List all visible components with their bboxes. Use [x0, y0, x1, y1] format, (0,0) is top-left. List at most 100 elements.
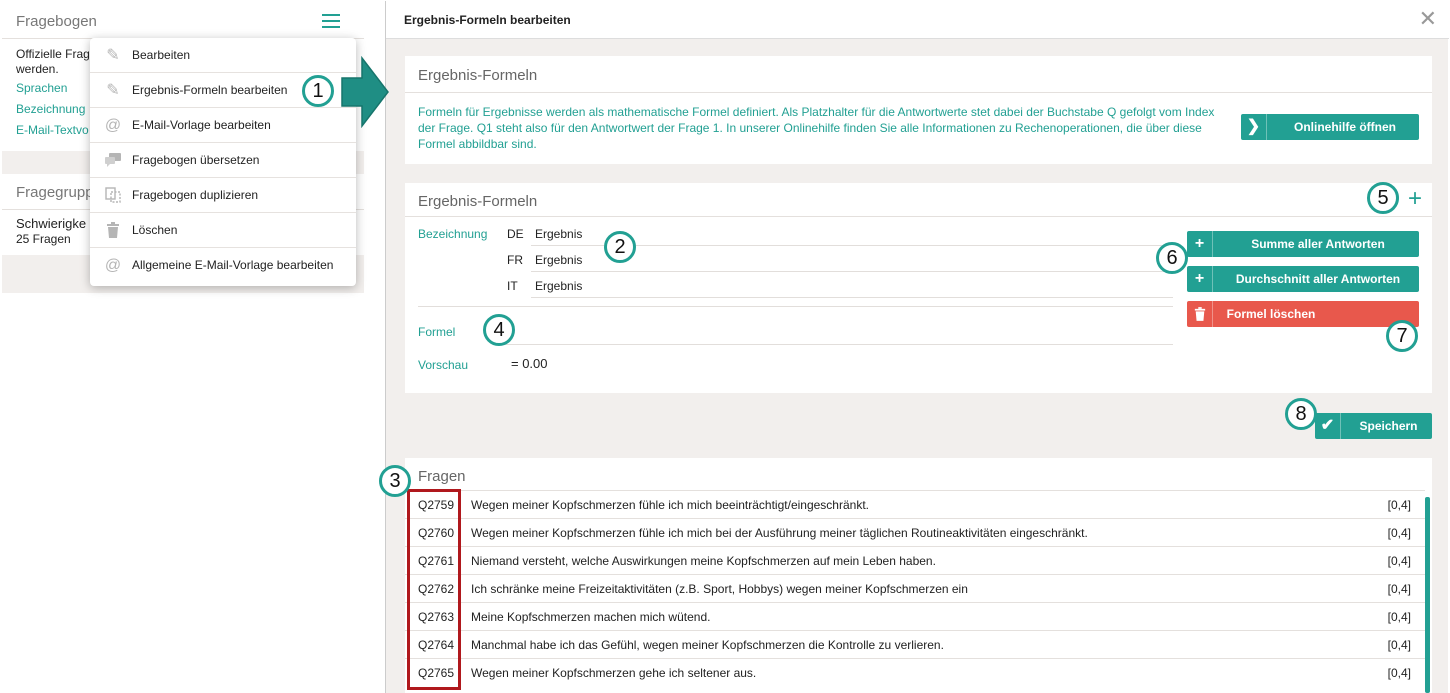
- menu-item-label: Ergebnis-Formeln bearbeiten: [132, 83, 288, 97]
- menu-item-edit-general-email-template[interactable]: @ Allgemeine E-Mail-Vorlage bearbeiten: [90, 248, 356, 283]
- designation-input-fr[interactable]: Ergebnis: [535, 253, 582, 267]
- trash-icon: [1187, 301, 1213, 327]
- button-label: Durchschnitt aller Antworten: [1235, 272, 1401, 286]
- question-range: [0,4]: [1387, 554, 1411, 568]
- question-group-count: 25 Fragen: [16, 232, 71, 246]
- lang-code-it: IT: [507, 279, 518, 293]
- speech-bubbles-icon: [104, 152, 122, 170]
- at-icon: @: [104, 257, 122, 274]
- menu-item-edit-email-template[interactable]: @ E-Mail-Vorlage bearbeiten: [90, 108, 356, 143]
- button-label: Summe aller Antworten: [1251, 237, 1385, 251]
- trash-icon: [104, 222, 122, 240]
- chevron-right-icon: ❯: [1241, 114, 1267, 140]
- button-label: Formel löschen: [1226, 307, 1316, 321]
- button-label: Onlinehilfe öffnen: [1294, 120, 1396, 134]
- info-panel-title: Ergebnis-Formeln: [418, 67, 538, 84]
- formula-label: Formel: [418, 325, 456, 339]
- menu-item-edit[interactable]: ✎ Bearbeiten: [90, 38, 356, 73]
- plus-icon: +: [1187, 231, 1213, 257]
- question-group-name[interactable]: Schwierigke: [16, 216, 86, 231]
- menu-item-delete[interactable]: Löschen: [90, 213, 356, 248]
- lang-code-fr: FR: [507, 253, 523, 267]
- input-underline: [505, 344, 1173, 345]
- callout-badge: 6: [1156, 242, 1188, 274]
- menu-item-label: Fragebogen übersetzen: [132, 153, 260, 167]
- questions-panel: Fragen Q2759 Wegen meiner Kopfschmerzen …: [405, 458, 1432, 693]
- preview-label: Vorschau: [418, 358, 469, 372]
- link-designation[interactable]: Bezeichnung: [16, 102, 85, 116]
- delete-formula-button[interactable]: Formel löschen: [1187, 301, 1419, 327]
- plus-icon: +: [1187, 266, 1213, 292]
- edit-result-formulas-dialog: Ergebnis-Formeln bearbeiten ✕ Ergebnis-F…: [385, 1, 1449, 693]
- question-range: [0,4]: [1387, 498, 1411, 512]
- save-button[interactable]: ✔ Speichern: [1315, 413, 1432, 439]
- designation-input-it[interactable]: Ergebnis: [535, 279, 582, 293]
- questions-scrollbar[interactable]: [1425, 497, 1430, 693]
- menu-item-label: Löschen: [132, 223, 178, 237]
- designation-input-de[interactable]: Ergebnis: [535, 227, 582, 241]
- question-text: Wegen meiner Kopfschmerzen fühle ich mic…: [471, 498, 869, 512]
- divider: [418, 306, 1173, 307]
- question-range: [0,4]: [1387, 582, 1411, 596]
- question-row[interactable]: Q2760 Wegen meiner Kopfschmerzen fühle i…: [405, 518, 1425, 546]
- average-all-answers-button[interactable]: + Durchschnitt aller Antworten: [1187, 266, 1419, 292]
- question-group-title: Fragegrupp: [16, 184, 94, 201]
- pencil-icon: ✎: [106, 82, 120, 99]
- info-panel: Ergebnis-Formeln Formeln für Ergebnisse …: [405, 56, 1432, 164]
- link-email-text[interactable]: E-Mail-Textvo: [16, 123, 89, 137]
- question-range: [0,4]: [1387, 610, 1411, 624]
- close-icon[interactable]: ✕: [1419, 7, 1437, 31]
- callout-badge: 4: [483, 314, 515, 346]
- question-row[interactable]: Q2763 Meine Kopfschmerzen machen mich wü…: [405, 602, 1425, 630]
- callout-badge: 2: [604, 231, 636, 263]
- divider: [405, 216, 1432, 217]
- input-underline: [531, 297, 1173, 298]
- question-text: Wegen meiner Kopfschmerzen gehe ich selt…: [471, 666, 757, 680]
- question-range: [0,4]: [1387, 526, 1411, 540]
- question-text: Niemand versteht, welche Auswirkungen me…: [471, 554, 936, 568]
- hamburger-menu-icon[interactable]: [322, 14, 340, 28]
- question-text: Ich schränke meine Freizeitaktivitäten (…: [471, 582, 968, 596]
- question-text: Manchmal habe ich das Gefühl, wegen mein…: [471, 638, 944, 652]
- question-range: [0,4]: [1387, 638, 1411, 652]
- divider: [405, 92, 1432, 93]
- add-formula-icon[interactable]: +: [1408, 187, 1422, 211]
- dialog-header: Ergebnis-Formeln bearbeiten ✕: [386, 1, 1449, 39]
- menu-item-label: Allgemeine E-Mail-Vorlage bearbeiten: [132, 258, 334, 272]
- menu-item-label: E-Mail-Vorlage bearbeiten: [132, 118, 271, 132]
- question-range: [0,4]: [1387, 666, 1411, 680]
- duplicate-icon: [104, 187, 122, 205]
- lang-code-de: DE: [507, 227, 524, 241]
- question-row[interactable]: Q2765 Wegen meiner Kopfschmerzen gehe ic…: [405, 658, 1425, 686]
- callout-badge: 5: [1367, 182, 1399, 214]
- question-row[interactable]: Q2764 Manchmal habe ich das Gefühl, wege…: [405, 630, 1425, 658]
- callout-badge: 3: [379, 465, 411, 497]
- sum-all-answers-button[interactable]: + Summe aller Antworten: [1187, 231, 1419, 257]
- menu-item-duplicate[interactable]: Fragebogen duplizieren: [90, 178, 356, 213]
- callout-badge: 8: [1285, 398, 1317, 430]
- menu-item-label: Bearbeiten: [132, 48, 191, 62]
- designation-label: Bezeichnung: [418, 227, 488, 241]
- button-label: Speichern: [1359, 419, 1418, 433]
- formula-input[interactable]: [505, 325, 1173, 343]
- callout-badge: 7: [1386, 320, 1418, 352]
- preview-value: = 0.00: [511, 356, 548, 371]
- input-underline: [531, 271, 1173, 272]
- formula-panel-title: Ergebnis-Formeln: [418, 193, 538, 210]
- question-row[interactable]: Q2762 Ich schränke meine Freizeitaktivit…: [405, 574, 1425, 602]
- open-online-help-button[interactable]: ❯ Onlinehilfe öffnen: [1241, 114, 1419, 140]
- questions-title: Fragen: [418, 468, 466, 485]
- question-row[interactable]: Q2761 Niemand versteht, welche Auswirkun…: [405, 546, 1425, 574]
- pencil-icon: ✎: [106, 47, 120, 64]
- dialog-title: Ergebnis-Formeln bearbeiten: [404, 13, 571, 27]
- questionnaire-title: Fragebogen: [16, 13, 97, 30]
- question-id-highlight: [407, 489, 461, 690]
- question-text: Wegen meiner Kopfschmerzen fühle ich mic…: [471, 526, 1088, 540]
- link-languages[interactable]: Sprachen: [16, 81, 67, 95]
- info-text: Formeln für Ergebnisse werden als mathem…: [418, 105, 1215, 151]
- menu-item-translate[interactable]: Fragebogen übersetzen: [90, 143, 356, 178]
- formula-panel: Ergebnis-Formeln Bezeichnung DE Ergebnis…: [405, 183, 1432, 393]
- arrow-right-icon: [341, 56, 389, 128]
- question-row[interactable]: Q2759 Wegen meiner Kopfschmerzen fühle i…: [405, 490, 1425, 518]
- callout-badge: 1: [302, 75, 334, 107]
